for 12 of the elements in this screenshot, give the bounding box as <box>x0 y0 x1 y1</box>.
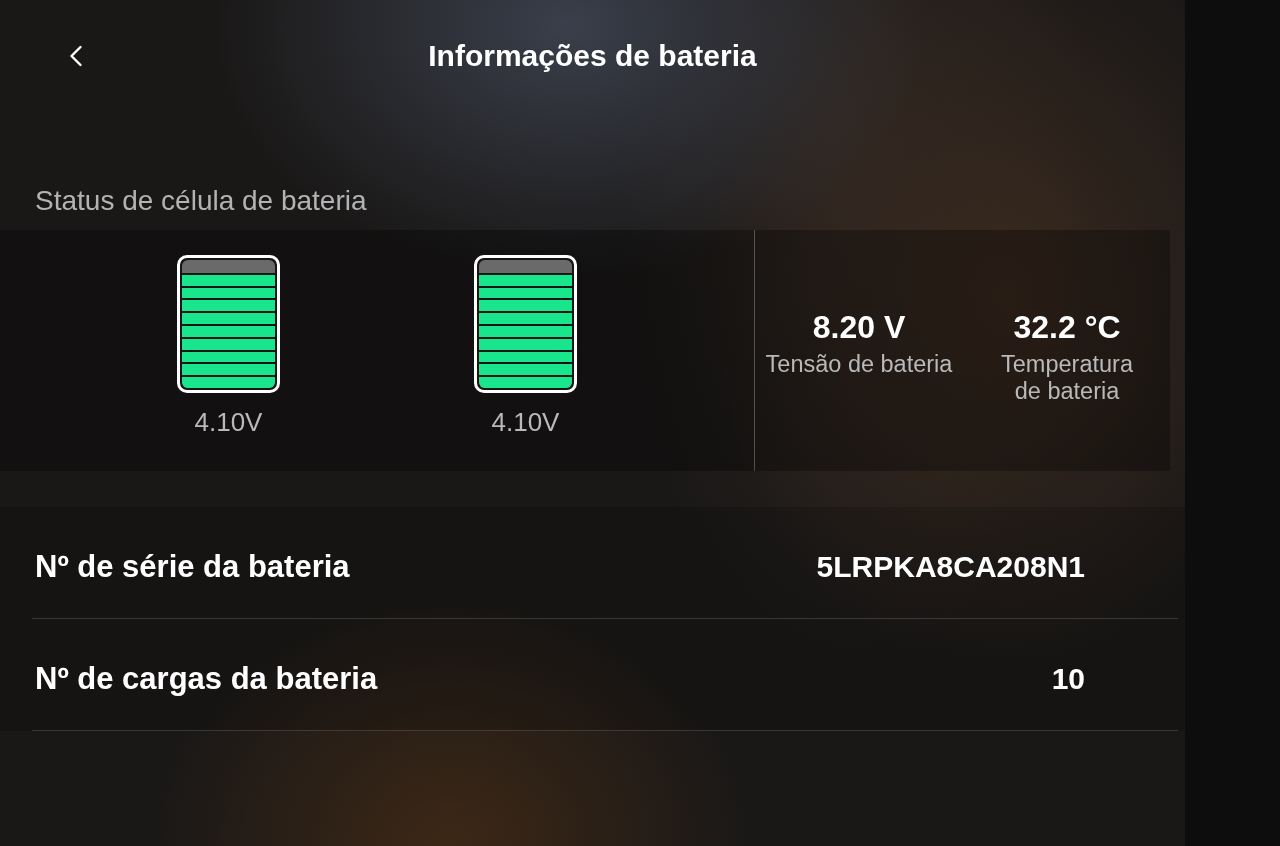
stat-label: Temperatura de bateria <box>1000 351 1134 405</box>
cell-voltage: 4.10V <box>491 410 560 434</box>
info-label: Nº de série da bateria <box>35 548 350 585</box>
cell-voltage: 4.10V <box>194 410 263 434</box>
stat-label: Tensão de bateria <box>765 351 953 378</box>
stat-value: 32.2 °C <box>1013 309 1121 345</box>
page-title: Informações de bateria <box>428 38 757 74</box>
info-label: Nº de cargas da bateria <box>35 660 378 697</box>
info-value: 10 <box>1051 660 1085 697</box>
info-value: 5LRPKA8CA208N1 <box>816 548 1085 585</box>
stat-value: 8.20 V <box>812 309 906 345</box>
section-heading: Status de célula de bateria <box>35 185 367 216</box>
